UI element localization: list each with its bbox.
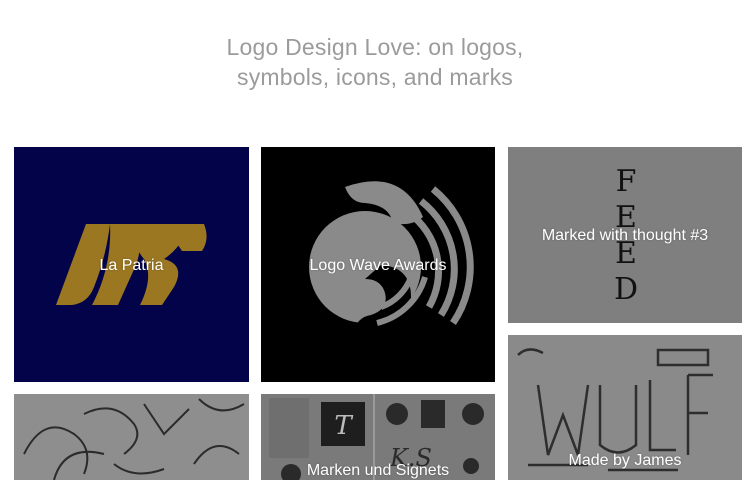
post-title[interactable]: Logo Wave Awards	[261, 257, 495, 275]
post-title[interactable]: Marken und Signets	[261, 462, 495, 480]
sketches-thumbnail	[14, 394, 249, 480]
site-header: Logo Design Love: on logos, symbols, ico…	[0, 32, 750, 92]
post-tile-made-by-james[interactable]: Made by James	[508, 335, 742, 480]
letter-d: D	[614, 272, 638, 307]
post-tile-la-patria[interactable]: La Patria	[14, 147, 249, 382]
post-title[interactable]: Made by James	[508, 452, 742, 470]
post-title[interactable]: La Patria	[14, 257, 249, 275]
post-tile-marken-und-signets[interactable]: T K.S Marken und Signets	[261, 394, 495, 480]
site-title-line-1: Logo Design Love: on logos,	[226, 34, 524, 60]
post-tile-logo-wave-awards[interactable]: Logo Wave Awards	[261, 147, 495, 382]
post-tile-marked-with-thought-3[interactable]: F E E D Marked with thought #3	[508, 147, 742, 323]
site-title-line-2: symbols, icons, and marks	[237, 64, 513, 90]
svg-text:T: T	[334, 411, 353, 441]
letter-f: F	[616, 164, 637, 199]
post-title[interactable]: Marked with thought #3	[508, 227, 742, 245]
post-tile-sketches[interactable]	[14, 394, 249, 480]
site-title[interactable]: Logo Design Love: on logos, symbols, ico…	[0, 32, 750, 92]
